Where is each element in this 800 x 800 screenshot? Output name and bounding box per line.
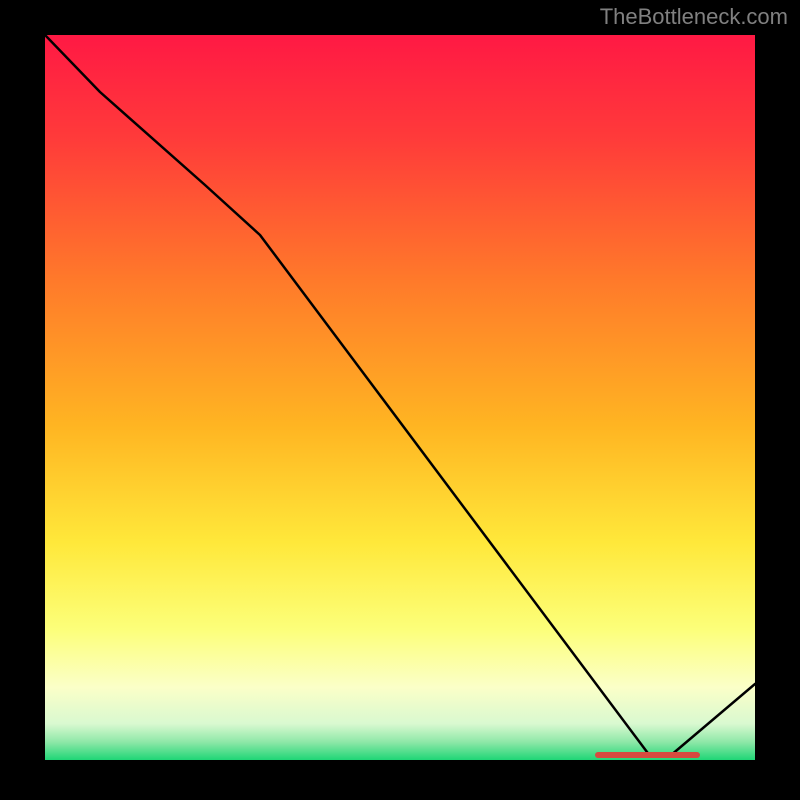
chart-background bbox=[45, 35, 755, 760]
chart-area bbox=[45, 35, 755, 760]
watermark-text: TheBottleneck.com bbox=[600, 4, 788, 30]
chart-svg bbox=[45, 35, 755, 760]
baseline-marker bbox=[595, 752, 700, 758]
